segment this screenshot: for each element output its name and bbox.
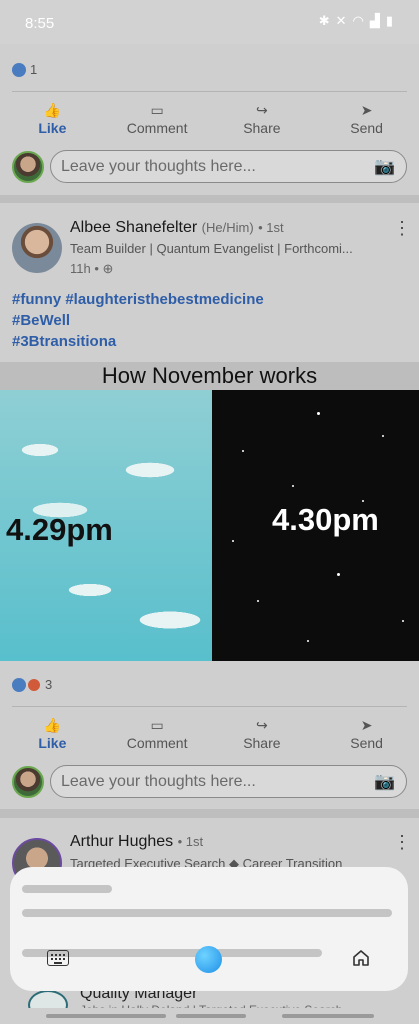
post-hashtags: #funny #laughteristhebestmedicine #BeWel… <box>12 289 264 352</box>
system-navigation-bar <box>0 1008 419 1024</box>
like-button[interactable]: 👍 Like <box>2 96 102 142</box>
author-name[interactable]: Arthur Hughes <box>70 833 173 850</box>
comment-icon: ▭ <box>150 717 164 733</box>
post-image[interactable]: How November works 4.29pm 4.30pm <box>0 362 419 661</box>
author-pronouns: (He/Him) <box>201 220 254 235</box>
share-button[interactable]: ↪ Share <box>212 711 312 757</box>
comment-button[interactable]: ▭ Comment <box>107 711 207 757</box>
share-icon: ↪ <box>256 102 268 118</box>
reaction-count: 3 <box>45 677 53 692</box>
send-icon: ➤ <box>360 102 373 118</box>
comment-placeholder: Leave your thoughts here... <box>61 772 256 790</box>
post-actions: 👍 Like ▭ Comment ↪ Share ➤ Send <box>0 96 419 142</box>
hashtag-line[interactable]: #funny #laughteristhebestmedicine <box>12 289 264 310</box>
blurred-text <box>22 909 392 917</box>
like-reaction-icon <box>12 62 26 77</box>
image-right-time: 4.30pm <box>272 502 379 537</box>
battery-icon: ▮ <box>385 13 393 28</box>
like-button[interactable]: 👍 Like <box>2 711 102 757</box>
send-button[interactable]: ➤ Send <box>317 96 417 142</box>
send-label: Send <box>350 120 383 136</box>
author-name[interactable]: Albee Shanefelter <box>70 219 197 236</box>
globe-icon: ⊕ <box>102 261 114 276</box>
author-line[interactable]: Arthur Hughes • 1st <box>70 833 203 851</box>
star <box>337 573 340 576</box>
send-label: Send <box>350 735 383 751</box>
reactions-summary[interactable]: 3 <box>12 677 52 692</box>
share-label: Share <box>243 735 281 751</box>
star <box>232 540 234 542</box>
image-title: How November works <box>0 362 419 390</box>
share-label: Share <box>243 120 281 136</box>
signal-icon: ▟ <box>369 13 380 28</box>
thumbs-up-icon: 👍 <box>43 102 62 118</box>
status-icons: ✱ ✕ ◠ ▟ ▮ <box>319 14 393 28</box>
divider <box>12 706 407 707</box>
nav-recents-handle[interactable] <box>282 1014 374 1018</box>
comment-placeholder: Leave your thoughts here... <box>61 157 256 175</box>
blurred-text <box>22 885 112 893</box>
reaction-count: 1 <box>30 62 38 77</box>
nav-home-handle[interactable] <box>176 1014 246 1018</box>
voice-assistant-icon[interactable] <box>195 946 222 973</box>
star <box>292 485 294 487</box>
comment-row: Leave your thoughts here... 📷 <box>12 150 407 184</box>
star <box>257 600 259 602</box>
star <box>402 620 404 622</box>
author-line[interactable]: Albee Shanefelter (He/Him) • 1st <box>70 219 284 237</box>
star <box>382 435 384 437</box>
avatar[interactable] <box>12 766 44 798</box>
comment-input[interactable]: Leave your thoughts here... 📷 <box>50 150 407 183</box>
post-actions: 👍 Like ▭ Comment ↪ Share ➤ Send <box>0 711 419 757</box>
status-time: 8:55 <box>25 15 55 32</box>
nav-back-handle[interactable] <box>46 1014 166 1018</box>
wifi-icon: ◠ <box>352 13 364 28</box>
connection-degree: • 1st <box>177 834 204 849</box>
hashtag-line[interactable]: #3Btransitiona <box>12 331 264 352</box>
divider <box>12 91 407 92</box>
post-time-label: 11h • <box>70 261 99 276</box>
love-reaction-icon <box>27 677 41 692</box>
comment-input[interactable]: Leave your thoughts here... 📷 <box>50 765 407 798</box>
comment-row: Leave your thoughts here... 📷 <box>12 765 407 799</box>
author-avatar[interactable] <box>12 223 62 273</box>
thumbs-up-icon: 👍 <box>43 717 62 733</box>
send-button[interactable]: ➤ Send <box>317 711 417 757</box>
star <box>307 640 309 642</box>
like-label: Like <box>38 735 67 751</box>
author-headline: Team Builder | Quantum Evangelist | Fort… <box>70 241 353 256</box>
mute-icon: ✕ <box>335 13 347 28</box>
home-icon[interactable] <box>351 948 371 968</box>
post-card-1: 1 👍 Like ▭ Comment ↪ Share ➤ Send Leave … <box>0 44 419 195</box>
comment-label: Comment <box>126 120 188 136</box>
star <box>317 412 320 415</box>
more-options-icon[interactable]: ⋮ <box>393 833 411 851</box>
more-options-icon[interactable]: ⋮ <box>393 219 411 237</box>
bluetooth-icon: ✱ <box>318 13 330 28</box>
like-label: Like <box>38 120 67 136</box>
connection-degree: • 1st <box>258 220 284 235</box>
comment-label: Comment <box>126 735 188 751</box>
image-left-time: 4.29pm <box>6 512 113 547</box>
camera-icon[interactable]: 📷 <box>374 158 396 176</box>
post-time: 11h • ⊕ <box>70 261 113 277</box>
send-icon: ➤ <box>360 717 373 733</box>
star <box>242 450 244 452</box>
keyboard-icon[interactable] <box>47 950 69 966</box>
comment-icon: ▭ <box>150 102 164 118</box>
avatar[interactable] <box>12 151 44 183</box>
reactions-summary[interactable]: 1 <box>12 62 37 77</box>
like-reaction-icon <box>12 677 26 692</box>
status-bar: 8:55 ✱ ✕ ◠ ▟ ▮ <box>0 0 419 44</box>
share-button[interactable]: ↪ Share <box>212 96 312 142</box>
camera-icon[interactable]: 📷 <box>374 773 396 791</box>
share-icon: ↪ <box>256 717 268 733</box>
comment-button[interactable]: ▭ Comment <box>107 96 207 142</box>
hashtag-line[interactable]: #BeWell <box>12 310 264 331</box>
